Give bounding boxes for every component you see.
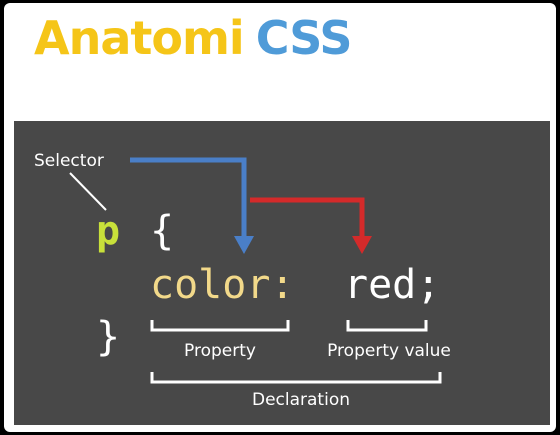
code-property: color:	[150, 262, 295, 308]
code-close-brace: }	[96, 314, 120, 360]
property-value-label: Property value	[327, 341, 451, 361]
selector-label: Selector	[34, 151, 104, 171]
code-selector: p	[96, 208, 120, 254]
code-value: red;	[344, 262, 440, 308]
declaration-label: Declaration	[252, 390, 350, 410]
property-label: Property	[184, 341, 256, 361]
css-anatomy-diagram: Selector p { color: red; } Property Prop…	[14, 121, 550, 425]
code-property-text: color:	[150, 262, 295, 308]
code-open-brace: {	[150, 208, 174, 254]
